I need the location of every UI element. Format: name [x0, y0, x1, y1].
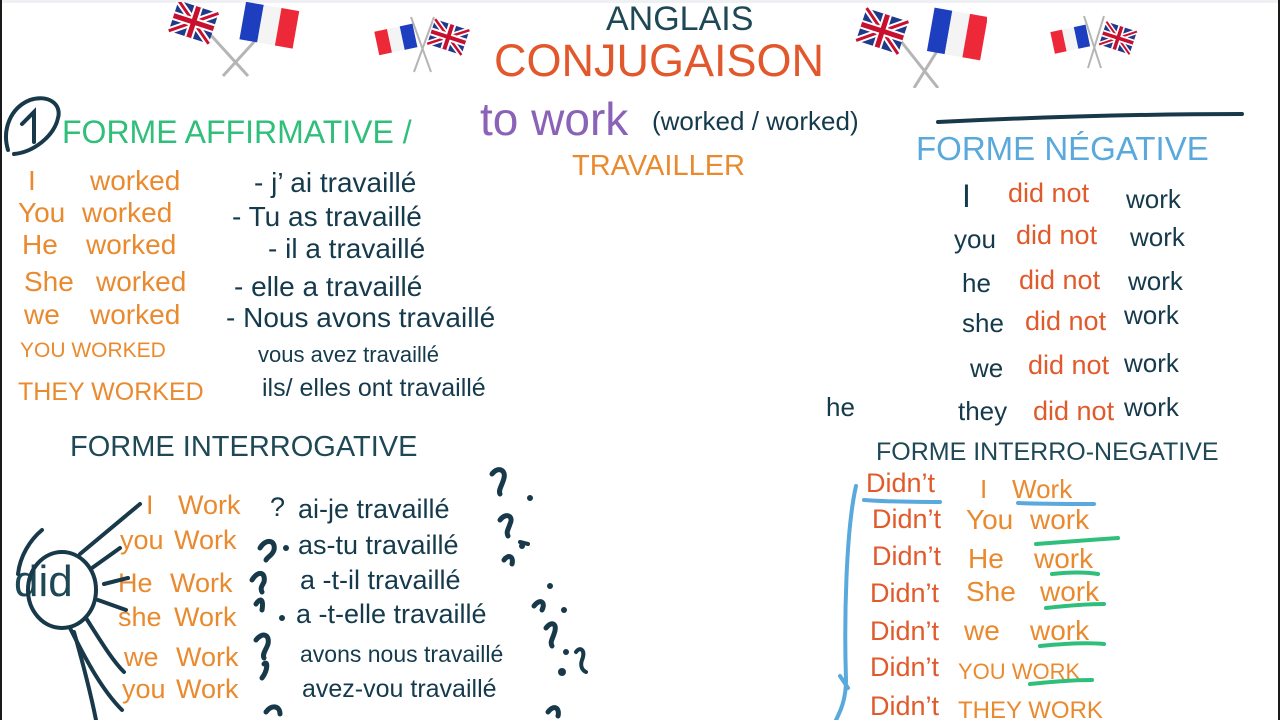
interro-negative-aux: Didn’t [872, 541, 942, 571]
interrogative-subject: we [124, 642, 159, 672]
uk-france-crossed-flags-icon [168, 2, 300, 78]
interro-negative-subject: He [968, 543, 1004, 574]
stray-text: he [826, 392, 855, 422]
did-circled-label: did [14, 557, 73, 606]
france-uk-crossed-flags-icon [374, 16, 471, 73]
interro-negative-subject: You [966, 504, 1014, 535]
interro-negative-aux: Didn’t [870, 691, 940, 721]
negative-aux: did not [1008, 178, 1090, 208]
verb-forms: (worked / worked) [652, 106, 859, 136]
affirmative-subject: THEY WORKED [18, 378, 204, 406]
interrogative-verb: Work [174, 602, 237, 632]
affirmative-heading: FORME AFFIRMATIVE / [62, 114, 412, 150]
affirmative-subject: I [28, 165, 36, 196]
title-anglais: ANGLAIS [606, 0, 754, 38]
france-uk-crossed-flags-icon [1050, 15, 1138, 69]
interrogative-french: ai-je travaillé [298, 494, 450, 524]
affirmative-french: - Nous avons travaillé [226, 302, 496, 333]
interrogative-verb: Work [176, 642, 239, 672]
negative-aux: did not [1028, 350, 1110, 380]
interro-negative-aux: Didn’t [870, 652, 940, 682]
interro-negative-subject: THEY WORK [958, 697, 1103, 724]
interrogative-subject: she [118, 602, 162, 632]
affirmative-french: - Tu as travaillé [232, 201, 422, 232]
affirmative-subject: we [24, 299, 60, 330]
affirmative-french: ils/ elles ont travaillé [262, 374, 486, 402]
negative-aux: did not [1016, 220, 1098, 250]
interro-negative-aux: Didn’t [870, 578, 940, 608]
interro-negative-subject: YOU WORK [958, 659, 1081, 684]
negative-verb: work [1128, 266, 1183, 296]
title-conjugaison: CONJUGAISON [494, 35, 825, 86]
negative-verb: work [1126, 184, 1181, 214]
negative-verb: work [1124, 300, 1179, 330]
interro-negative-aux: Didn’t [866, 468, 936, 498]
interro-negative-verb: work [1034, 543, 1094, 574]
interro-negative-subject: I [980, 474, 988, 504]
interrogative-subject: I [146, 490, 154, 520]
uk-france-crossed-flags-icon [854, 6, 987, 88]
brace-icon [834, 484, 858, 720]
interrogative-heading: FORME INTERROGATIVE [70, 431, 418, 463]
interro-negative-aux: Didn’t [870, 616, 940, 646]
affirmative-french: - il a travaillé [268, 233, 426, 264]
interro-negative-verb: Work [1012, 474, 1073, 504]
interrogative-french: a -t-il travaillé [300, 565, 461, 595]
negative-aux: did not [1019, 265, 1101, 295]
interrogative-subject: He [118, 568, 153, 598]
interrogative-french: a -t-elle travaillé [296, 599, 487, 629]
interro-negative-verb: work [1040, 576, 1100, 607]
interrogative-french: as-tu travaillé [298, 530, 459, 560]
affirmative-verb: worked [86, 229, 177, 260]
interro-negative-aux: Didn’t [872, 504, 942, 534]
affirmative-verb: worked [90, 165, 181, 196]
question-mark: ? [270, 492, 286, 522]
negative-subject: they [958, 396, 1008, 426]
affirmative-verb: worked [96, 266, 187, 297]
underline-blue [862, 498, 942, 504]
affirmative-subject: YOU WORKED [20, 339, 166, 362]
negative-heading: FORME NÉGATIVE [916, 130, 1209, 167]
affirmative-french: - j’ ai travaillé [254, 167, 417, 198]
affirmative-subject: You [18, 197, 66, 228]
affirmative-french: - elle a travaillé [234, 271, 423, 302]
interro-negative-heading: FORME INTERRO-NEGATIVE [876, 438, 1219, 466]
interrogative-verb: Work [174, 525, 237, 555]
negative-aux: did not [1033, 396, 1115, 426]
affirmative-verb: worked [82, 197, 173, 228]
negative-verb: work [1130, 222, 1185, 252]
interrogative-french: avez-vou travaillé [302, 675, 497, 703]
negative-subject: you [954, 224, 996, 254]
affirmative-verb: worked [90, 299, 181, 330]
negative-aux: did not [1025, 306, 1107, 336]
affirmative-subject: He [22, 229, 58, 260]
interrogative-verb: Work [178, 490, 241, 520]
negative-subject: he [962, 268, 991, 298]
ink-underline [936, 112, 1244, 124]
negative-verb: work [1124, 348, 1179, 378]
interro-negative-verb: work [1030, 504, 1090, 535]
interrogative-verb: Work [170, 568, 233, 598]
circled-number-icon [4, 96, 61, 156]
frame-border-left [0, 0, 2, 720]
interrogative-subject: you [122, 674, 166, 704]
negative-subject: she [962, 308, 1004, 338]
interrogative-verb: Work [176, 674, 239, 704]
negative-verb: work [1124, 392, 1179, 422]
interro-negative-subject: She [966, 576, 1016, 607]
affirmative-french: vous avez travaillé [258, 342, 439, 367]
interrogative-subject: you [120, 525, 164, 555]
negative-subject: I [962, 178, 971, 214]
verb-infinitive: to work [480, 93, 629, 145]
interro-negative-subject: we [964, 615, 1000, 646]
interro-negative-verb: work [1030, 615, 1090, 646]
affirmative-subject: She [24, 266, 74, 297]
verb-translation: TRAVAILLER [572, 150, 745, 182]
negative-subject: we [970, 353, 1004, 383]
interrogative-french: avons nous travaillé [300, 641, 504, 667]
